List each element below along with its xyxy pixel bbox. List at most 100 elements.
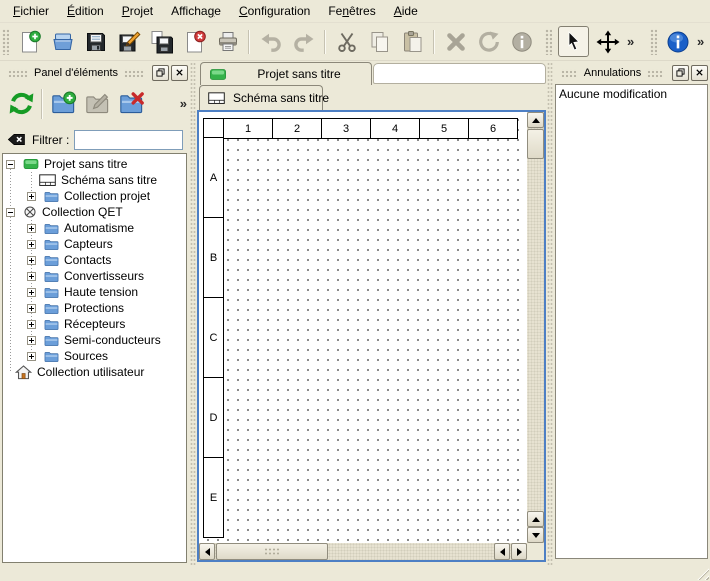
undo-dock-titlebar[interactable]: Annulations [555,64,708,81]
expand-icon[interactable] [27,192,36,201]
toolbar-separator [248,30,250,54]
new-category-button[interactable] [49,87,77,120]
dock-close-button[interactable] [691,65,708,81]
select-tool-button[interactable] [558,26,589,57]
save-as-icon [117,30,141,54]
info-toolbar: » [648,23,707,60]
element-panel-titlebar[interactable]: Panel d'éléments [2,64,188,81]
about-button[interactable] [663,27,692,56]
triangle-down-icon [532,533,540,538]
paste-button[interactable] [398,27,427,56]
diagram-canvas[interactable]: 123456 ABCDE [199,112,527,543]
toolbar-drag-handle[interactable] [650,29,657,55]
filter-input[interactable] [74,130,183,150]
undo-history-list[interactable]: Aucune modification [555,84,708,559]
dock-float-button[interactable] [672,65,689,81]
filter-row: Filtrer : [0,126,190,153]
print-button[interactable] [213,27,242,56]
menu-projet[interactable]: Projet [113,1,162,21]
expand-icon[interactable] [27,336,36,345]
schema-icon [39,174,56,187]
expand-icon[interactable] [27,272,36,281]
column-header: 2 [272,118,322,139]
schema-tab[interactable]: Schéma sans titre [199,85,323,110]
tree-item-collection-qet[interactable]: Collection QET [3,204,186,220]
edit-category-button[interactable] [83,87,111,120]
tree-item-recepteurs[interactable]: Récepteurs [3,316,186,332]
undo-list-item[interactable]: Aucune modification [556,85,707,103]
diagram-view[interactable]: 123456 ABCDE [197,110,546,562]
menu-affichage[interactable]: Affichage [162,1,230,21]
left-splitter-handle[interactable] [190,62,196,565]
folder-icon [44,222,59,235]
menu-configuration[interactable]: Configuration [230,1,319,21]
tree-item-haute-tension[interactable]: Haute tension [3,284,186,300]
expand-icon[interactable] [27,304,36,313]
folder-del-icon [118,90,145,117]
scroll-down-button[interactable] [527,527,544,543]
clear-filter-button[interactable] [7,132,26,147]
collapse-icon[interactable] [6,160,15,169]
tree-item-schema-sans-titre[interactable]: Schéma sans titre [3,172,186,188]
redo-button[interactable] [289,27,318,56]
cut-button[interactable] [332,27,361,56]
delete-category-button[interactable] [118,87,146,120]
menu-fichier[interactable]: Fichier [4,1,58,21]
scroll-left-button[interactable] [199,543,215,560]
horizontal-scroll-thumb[interactable] [216,543,328,560]
tree-item-convertisseurs[interactable]: Convertisseurs [3,268,186,284]
vertical-scroll-thumb[interactable] [527,129,544,159]
folder-edit-icon [84,90,111,117]
diagram-corner-cell [203,118,224,139]
tree-item-projet-sans-titre[interactable]: Projet sans titre [3,156,186,172]
project-tab[interactable]: Projet sans titre [200,62,372,85]
save-button[interactable] [81,27,110,56]
tools-toolbar: » [543,23,637,60]
tree-item-contacts[interactable]: Contacts [3,252,186,268]
tree-item-collection-projet[interactable]: Collection projet [3,188,186,204]
vertical-scrollbar[interactable] [527,112,544,543]
menu-fenetres[interactable]: Fenêtres [319,1,384,21]
tree-item-label: Protections [64,301,124,315]
undo-button[interactable] [256,27,285,56]
tree-item-protections[interactable]: Protections [3,300,186,316]
dock-float-button[interactable] [152,65,169,81]
save-all-button[interactable] [147,27,176,56]
toolbar-drag-handle[interactable] [545,29,552,55]
open-button[interactable] [48,27,77,56]
tree-item-automatisme[interactable]: Automatisme [3,220,186,236]
info-button[interactable] [507,27,536,56]
close-button[interactable] [180,27,209,56]
scroll-right-button[interactable] [511,543,527,560]
tree-item-semi-conducteurs[interactable]: Semi-conducteurs [3,332,186,348]
delete-button[interactable] [441,27,470,56]
scroll-left-button-2[interactable] [494,543,510,560]
expand-icon[interactable] [27,352,36,361]
toolbar-drag-handle[interactable] [2,29,9,55]
expand-icon[interactable] [27,256,36,265]
expand-icon[interactable] [27,224,36,233]
scroll-up-button-2[interactable] [527,511,544,527]
rotate-button[interactable] [474,27,503,56]
expand-icon[interactable] [27,240,36,249]
new-button[interactable] [15,27,44,56]
tree-item-collection-utilisateur[interactable]: Collection utilisateur [3,364,186,380]
copy-button[interactable] [365,27,394,56]
dock-close-button[interactable] [171,65,188,81]
expand-icon[interactable] [27,288,36,297]
move-tool-button[interactable] [593,27,622,56]
toolbar-row: » » [0,23,710,61]
tree-item-sources[interactable]: Sources [3,348,186,364]
save-as-button[interactable] [114,27,143,56]
menu-edition[interactable]: Édition [58,1,113,21]
reload-button[interactable] [7,87,35,120]
toolbar-overflow-button[interactable]: » [624,34,637,49]
menu-aide[interactable]: Aide [385,1,427,21]
scroll-up-button[interactable] [527,112,544,128]
expand-icon[interactable] [27,320,36,329]
toolbar-overflow-button[interactable]: » [694,34,707,49]
collapse-icon[interactable] [6,208,15,217]
toolbar-overflow-button[interactable]: » [177,96,190,111]
horizontal-scrollbar[interactable] [199,543,527,560]
tree-item-capteurs[interactable]: Capteurs [3,236,186,252]
